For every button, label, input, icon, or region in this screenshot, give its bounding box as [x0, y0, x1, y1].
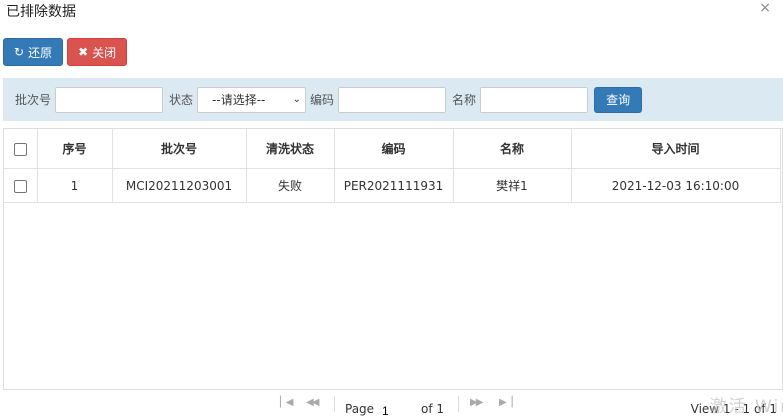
query-button[interactable]: 查询 — [594, 86, 643, 113]
code-input[interactable] — [338, 86, 447, 113]
data-table: 序号 批次号 清洗状态 编码 名称 导入时间 1 MCI20211203001 … — [4, 129, 781, 203]
next-page-icon[interactable]: ▶▶ — [470, 397, 483, 408]
cell-name: 樊祥1 — [453, 168, 572, 203]
chevron-down-icon: ⌄ — [292, 94, 302, 105]
column-header[interactable]: 编码 — [334, 129, 454, 169]
page-number-input[interactable] — [378, 401, 426, 418]
prev-page-icon[interactable]: ◀◀ — [306, 397, 319, 408]
column-header[interactable]: 清洗状态 — [246, 129, 335, 169]
table-row[interactable]: 1 MCI20211203001 失败 PER2021111931 樊祥1 20… — [4, 168, 781, 203]
select-all-checkbox[interactable] — [13, 142, 27, 156]
status-select[interactable]: --请选择-- ⌄ — [197, 86, 307, 113]
status-selected-value: --请选择-- — [212, 93, 266, 107]
activation-watermark: 激活 Win — [709, 397, 783, 417]
page-label: Page — [345, 402, 375, 416]
cell-code: PER2021111931 — [334, 168, 454, 203]
pager-divider — [458, 396, 459, 412]
cell-seq: 1 — [37, 168, 113, 203]
pager: ▏◀ ◀◀ Page of 1 ▶▶ ▶▕ View 1 - 1 of 1 — [3, 389, 783, 418]
column-header[interactable]: 批次号 — [112, 129, 247, 169]
dialog: 已排除数据 × ↻ 还原 ✖ 关闭 批次号 状态 --请选择-- ⌄ 编码 名称… — [0, 0, 783, 418]
table-header-row: 序号 批次号 清洗状态 编码 名称 导入时间 — [4, 129, 781, 169]
status-label: 状态 — [169, 93, 194, 107]
refresh-icon: ↻ — [14, 45, 25, 59]
cell-batch: MCI20211203001 — [112, 168, 247, 203]
cell-import-time: 2021-12-03 16:10:00 — [571, 168, 781, 203]
page-count-label: of 1 — [421, 402, 445, 416]
data-grid: 序号 批次号 清洗状态 编码 名称 导入时间 1 MCI20211203001 … — [3, 128, 783, 418]
restore-button-label: 还原 — [28, 45, 53, 60]
close-icon[interactable]: × — [759, 0, 771, 16]
last-page-icon[interactable]: ▶▕ — [499, 397, 512, 408]
filter-bar: 批次号 状态 --请选择-- ⌄ 编码 名称 查询 — [3, 78, 783, 121]
name-input[interactable] — [480, 86, 589, 113]
batch-label: 批次号 — [15, 93, 52, 107]
close-button[interactable]: ✖ 关闭 — [67, 38, 128, 66]
toolbar: ↻ 还原 ✖ 关闭 — [3, 38, 128, 68]
close-icon: ✖ — [78, 45, 89, 59]
cell-status: 失败 — [246, 168, 335, 203]
batch-input[interactable] — [55, 86, 164, 113]
restore-button[interactable]: ↻ 还原 — [3, 38, 64, 66]
row-checkbox[interactable] — [13, 179, 27, 193]
close-button-label: 关闭 — [92, 45, 117, 60]
row-select-cell — [4, 168, 38, 203]
pager-divider — [334, 396, 335, 412]
dialog-title: 已排除数据 — [6, 4, 76, 20]
code-label: 编码 — [310, 93, 335, 107]
column-header[interactable]: 名称 — [453, 129, 572, 169]
name-label: 名称 — [452, 93, 477, 107]
select-all-cell — [4, 129, 38, 169]
column-header[interactable]: 序号 — [37, 129, 113, 169]
column-header[interactable]: 导入时间 — [571, 129, 781, 169]
first-page-icon[interactable]: ▏◀ — [280, 397, 293, 408]
